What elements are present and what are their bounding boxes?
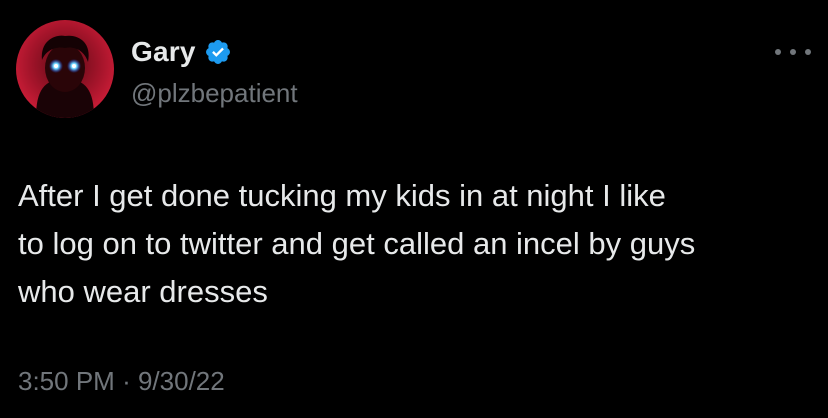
- tweet-text: After I get done tucking my kids in at n…: [18, 172, 818, 316]
- author-handle[interactable]: @plzbepatient: [131, 78, 298, 109]
- more-horizontal-icon[interactable]: [775, 40, 811, 64]
- tweet-text-line: who wear dresses: [18, 274, 268, 309]
- avatar[interactable]: [16, 20, 114, 118]
- display-name[interactable]: Gary: [131, 36, 196, 68]
- more-dot: [805, 49, 811, 55]
- tweet-card: Gary @plzbepatient After I get done tuck…: [0, 0, 828, 418]
- tweet-text-line: After I get done tucking my kids in at n…: [18, 178, 666, 213]
- tweet-time: 3:50 PM: [18, 366, 115, 396]
- tweet-text-line: to log on to twitter and get called an i…: [18, 226, 696, 261]
- more-dot: [790, 49, 796, 55]
- tweet-date: 9/30/22: [137, 366, 225, 396]
- more-dot: [775, 49, 781, 55]
- tweet-timestamp[interactable]: 3:50 PM · 9/30/22: [18, 366, 225, 397]
- avatar-image: [16, 20, 114, 118]
- author-name-row: Gary: [131, 36, 232, 68]
- timestamp-separator: ·: [122, 366, 131, 396]
- verified-badge-icon[interactable]: [204, 38, 232, 66]
